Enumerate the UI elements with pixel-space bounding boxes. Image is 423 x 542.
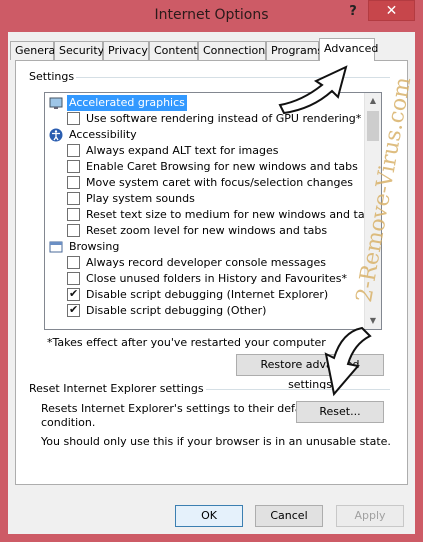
settings-checkbox[interactable]	[67, 160, 80, 173]
close-button[interactable]: ✕	[368, 0, 415, 21]
settings-checkbox[interactable]	[67, 112, 80, 125]
title-bar[interactable]: Internet Options ? ✕	[0, 0, 423, 32]
ok-button[interactable]: OK	[175, 505, 243, 527]
settings-category-label: Accelerated graphics	[67, 95, 187, 111]
settings-option-label: Reset text size to medium for new window…	[86, 208, 378, 221]
settings-group-label: Settings	[27, 70, 77, 83]
tab-connections[interactable]: Connections	[198, 41, 271, 60]
settings-checkbox[interactable]	[67, 144, 80, 157]
settings-category-label: Browsing	[69, 240, 120, 253]
reset-warning: You should only use this if your browser…	[41, 435, 391, 448]
settings-checkbox[interactable]	[67, 302, 80, 318]
display-icon	[49, 96, 63, 110]
scroll-thumb[interactable]	[367, 111, 379, 141]
reset-description-line2: condition.	[41, 416, 96, 429]
cancel-button[interactable]: Cancel	[255, 505, 323, 527]
annotation-arrow-icon	[278, 65, 348, 115]
settings-checkbox[interactable]	[67, 192, 80, 205]
accessibility-icon	[49, 128, 63, 142]
annotation-arrow-icon	[324, 326, 372, 397]
settings-option-label: Disable script debugging (Internet Explo…	[86, 288, 329, 301]
scroll-up-arrow-icon[interactable]: ▲	[365, 93, 381, 109]
settings-checkbox[interactable]	[67, 208, 80, 221]
tab-privacy[interactable]: Privacy	[103, 41, 149, 60]
settings-option-label: Always expand ALT text for images	[86, 144, 279, 157]
settings-option-label: Always record developer console messages	[86, 256, 326, 269]
settings-category-label: Accessibility	[69, 128, 137, 141]
tab-content[interactable]: Content	[149, 41, 198, 60]
tab-general[interactable]: General	[10, 41, 58, 60]
settings-checkbox[interactable]	[67, 224, 80, 237]
settings-checkbox[interactable]	[67, 272, 80, 285]
reset-button[interactable]: Reset...	[296, 401, 384, 423]
settings-list[interactable]: Accelerated graphics Use software renderi…	[44, 92, 382, 330]
settings-checkbox[interactable]	[67, 176, 80, 189]
reset-group-label: Reset Internet Explorer settings	[27, 382, 206, 395]
settings-checkbox[interactable]	[67, 286, 80, 302]
tab-security[interactable]: Security	[54, 41, 104, 60]
settings-option-label: Reset zoom level for new windows and tab…	[86, 224, 328, 237]
settings-option-label: Play system sounds	[86, 192, 195, 205]
settings-option-label: Move system caret with focus/selection c…	[86, 176, 353, 189]
settings-option-label: Close unused folders in History and Favo…	[86, 272, 348, 285]
settings-option-label: Disable script debugging (Other)	[86, 304, 267, 317]
apply-button: Apply	[336, 505, 404, 527]
browsing-icon	[49, 240, 63, 254]
settings-checkbox[interactable]	[67, 256, 80, 269]
tab-advanced[interactable]: Advanced	[319, 38, 378, 61]
settings-option-label: Enable Caret Browsing for new windows an…	[86, 160, 358, 173]
restart-footnote: *Takes effect after you've restarted you…	[47, 336, 326, 349]
reset-description-line1: Resets Internet Explorer's settings to t…	[41, 402, 316, 415]
help-button[interactable]: ?	[343, 4, 363, 22]
